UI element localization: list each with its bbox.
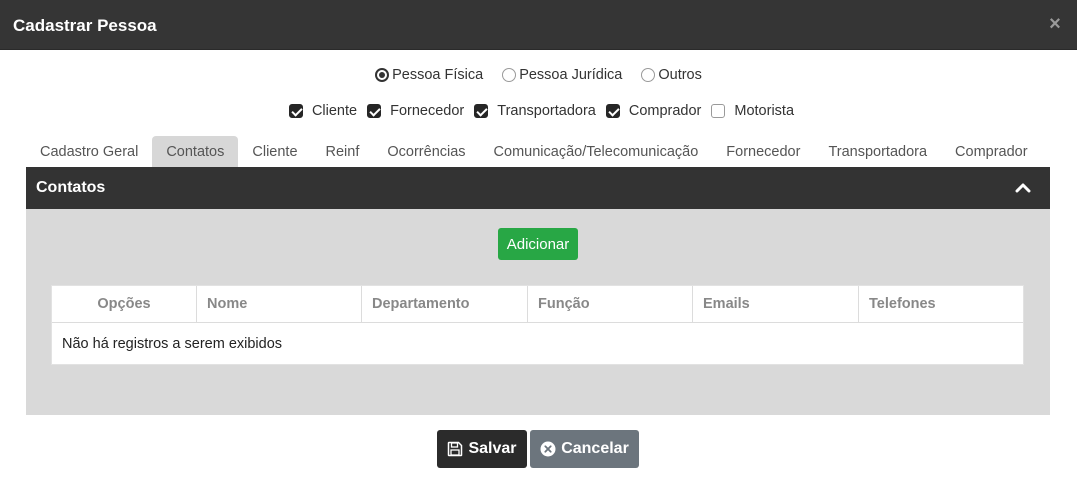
radio-button[interactable] <box>375 68 390 82</box>
checkbox[interactable] <box>605 104 620 118</box>
cancel-label: Cancelar <box>561 440 629 457</box>
checkbox-label: Transportadora <box>497 103 596 119</box>
tab-bar: Cadastro Geral Contatos Cliente Reinf Oc… <box>26 136 1042 167</box>
radio-pessoa-juridica[interactable]: Pessoa Jurídica <box>502 67 622 83</box>
checkbox[interactable] <box>711 104 726 118</box>
save-label: Salvar <box>468 440 517 457</box>
table-empty-message: Não há registros a serem exibidos <box>62 335 283 352</box>
tab-cadastro-geral[interactable]: Cadastro Geral <box>26 136 152 167</box>
person-type-group: Pessoa Física Pessoa Jurídica Outros <box>0 65 1077 85</box>
column-header-funcao[interactable]: Função <box>528 286 693 322</box>
modal-header: Cadastrar Pessoa × <box>0 0 1077 50</box>
radio-button[interactable] <box>502 68 517 82</box>
column-header-emails[interactable]: Emails <box>693 286 859 322</box>
save-button[interactable]: Salvar <box>437 430 527 468</box>
footer-actions: Salvar Cancelar <box>437 430 639 468</box>
tab-fornecedor[interactable]: Fornecedor <box>712 136 814 167</box>
column-header-opcoes[interactable]: Opções <box>52 286 197 322</box>
tab-transportadora[interactable]: Transportadora <box>814 136 941 167</box>
contatos-panel-body: Adicionar Opções Nome Departamento Funçã… <box>26 209 1050 415</box>
tab-comprador[interactable]: Comprador <box>941 136 1042 167</box>
radio-label: Pessoa Física <box>392 67 484 83</box>
tab-contatos[interactable]: Contatos <box>152 136 239 167</box>
tab-ocorrencias[interactable]: Ocorrências <box>373 136 479 167</box>
modal-title: Cadastrar Pessoa <box>13 16 157 35</box>
contatos-panel-header: Contatos <box>26 167 1050 209</box>
checkbox-label: Fornecedor <box>390 103 465 119</box>
checkbox-label: Motorista <box>734 103 795 119</box>
add-contact-button[interactable]: Adicionar <box>498 228 578 260</box>
checkbox-label: Comprador <box>628 103 702 119</box>
checkbox[interactable] <box>474 104 489 118</box>
cancel-button[interactable]: Cancelar <box>530 430 639 468</box>
table-header: Opções Nome Departamento Função Emails T… <box>52 286 1023 323</box>
checkbox-fornecedor[interactable]: Fornecedor <box>367 103 464 119</box>
circle-x-icon <box>540 441 556 457</box>
checkbox[interactable] <box>367 104 382 118</box>
checkbox-comprador[interactable]: Comprador <box>605 103 702 119</box>
column-header-nome[interactable]: Nome <box>197 286 362 322</box>
column-header-departamento[interactable]: Departamento <box>362 286 528 322</box>
radio-outros[interactable]: Outros <box>641 67 702 83</box>
checkbox-cliente[interactable]: Cliente <box>288 103 358 119</box>
chevron-up-icon[interactable] <box>1014 180 1032 194</box>
checkbox-label: Cliente <box>311 103 358 119</box>
floppy-disk-icon <box>448 441 463 457</box>
tab-reinf[interactable]: Reinf <box>312 136 374 167</box>
checkbox[interactable] <box>288 104 303 118</box>
tab-comunicacao[interactable]: Comunicação/Telecomunicação <box>480 136 713 167</box>
column-header-telefones[interactable]: Telefones <box>859 286 1023 322</box>
cadastrar-pessoa-modal: Cadastrar Pessoa × Pessoa Física Pessoa … <box>0 0 1077 496</box>
roles-group: Cliente Fornecedor Transportadora Compra… <box>0 101 1077 121</box>
radio-label: Pessoa Jurídica <box>519 67 623 83</box>
tab-cliente[interactable]: Cliente <box>238 136 311 167</box>
contacts-table: Opções Nome Departamento Função Emails T… <box>51 285 1024 365</box>
panel-title: Contatos <box>36 179 106 196</box>
checkbox-transportadora[interactable]: Transportadora <box>474 103 596 119</box>
radio-button[interactable] <box>641 68 656 82</box>
close-icon[interactable]: × <box>1047 14 1063 34</box>
radio-label: Outros <box>658 67 702 83</box>
radio-pessoa-fisica[interactable]: Pessoa Física <box>375 67 483 83</box>
checkbox-motorista[interactable]: Motorista <box>711 103 794 119</box>
